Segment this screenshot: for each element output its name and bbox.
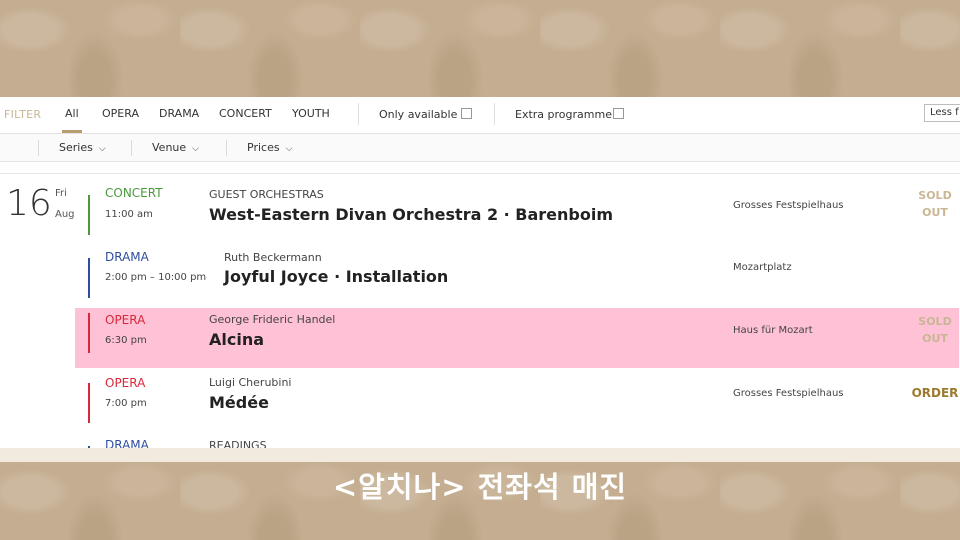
tab-concert[interactable]: CONCERT	[219, 107, 272, 120]
tab-drama[interactable]: DRAMA	[159, 107, 199, 120]
event-venue: Grosses Festspielhaus	[733, 200, 844, 211]
event-venue: Mozartplatz	[733, 262, 792, 273]
only-available-label: Only available	[379, 108, 458, 121]
event-category: DRAMA	[105, 438, 149, 448]
date-weekday: Fri	[55, 188, 67, 199]
panel-edge	[0, 448, 960, 462]
chevron-down-icon: ⌵	[98, 144, 106, 154]
series-dropdown[interactable]: Series ⌵	[59, 141, 106, 154]
list-top-divider	[0, 173, 960, 174]
event-organizer: GUEST ORCHESTRAS	[209, 188, 324, 201]
chevron-down-icon: ⌵	[192, 144, 199, 154]
event-time: 2:00 pm – 10:00 pm	[105, 272, 207, 283]
category-bar	[88, 313, 90, 353]
event-category: CONCERT	[105, 186, 163, 200]
venue-label: Venue	[152, 141, 187, 154]
event-time: 6:30 pm	[105, 335, 147, 346]
category-bar	[88, 195, 90, 235]
event-category: OPERA	[105, 313, 146, 327]
chevron-down-icon: ⌵	[285, 144, 293, 154]
event-category: OPERA	[105, 376, 146, 390]
extra-programme-label: Extra programme	[515, 108, 612, 121]
tab-all[interactable]: All	[62, 107, 82, 133]
status-line: SOLD	[918, 189, 952, 202]
event-row[interactable]: CONCERT 11:00 am GUEST ORCHESTRAS West-E…	[76, 183, 960, 243]
event-organizer: George Frideric Handel	[209, 313, 336, 326]
event-title[interactable]: Médée	[209, 393, 269, 412]
event-venue: Grosses Festspielhaus	[733, 388, 844, 399]
event-title[interactable]: West-Eastern Divan Orchestra 2 · Barenbo…	[209, 205, 613, 224]
order-label: ORDER	[911, 386, 959, 400]
event-time: 7:00 pm	[105, 398, 147, 409]
caption-subtitle: <알치나> 전좌석 매진	[332, 470, 628, 504]
divider	[226, 140, 227, 156]
select-bar: Series ⌵ Venue ⌵ Prices ⌵	[0, 134, 960, 162]
filter-label: FILTER	[4, 108, 42, 121]
order-button[interactable]: ORDER	[910, 385, 960, 402]
divider	[38, 140, 39, 156]
date-month: Aug	[55, 209, 75, 220]
event-title[interactable]: Alcina	[209, 330, 264, 349]
event-row[interactable]: OPERA 7:00 pm Luigi Cherubini Médée Gros…	[76, 371, 960, 431]
divider	[494, 103, 495, 125]
event-row[interactable]: DRAMA 2:00 pm – 10:00 pm Ruth Beckermann…	[76, 246, 960, 306]
event-category: DRAMA	[105, 250, 149, 264]
divider	[131, 140, 132, 156]
series-label: Series	[59, 141, 93, 154]
prices-label: Prices	[247, 141, 280, 154]
category-bar	[88, 258, 90, 298]
event-row[interactable]: DRAMA READINGS	[76, 434, 960, 448]
less-filters-button[interactable]: Less f	[924, 104, 960, 122]
event-row-highlighted[interactable]: OPERA 6:30 pm George Frideric Handel Alc…	[75, 308, 959, 368]
extra-programme-checkbox[interactable]	[613, 108, 624, 119]
filter-bar: FILTER All OPERA DRAMA CONCERT YOUTH Onl…	[0, 97, 960, 134]
event-venue: Haus für Mozart	[733, 325, 813, 336]
venue-dropdown[interactable]: Venue ⌵	[152, 141, 199, 154]
sold-out-status: SOLD OUT	[910, 187, 960, 221]
tab-youth[interactable]: YOUTH	[292, 107, 330, 120]
events-panel: FILTER All OPERA DRAMA CONCERT YOUTH Onl…	[0, 97, 960, 448]
category-bar	[88, 383, 90, 423]
event-title[interactable]: Joyful Joyce · Installation	[224, 267, 448, 286]
status-line: OUT	[922, 332, 948, 345]
event-organizer: Ruth Beckermann	[224, 251, 322, 264]
event-organizer: Luigi Cherubini	[209, 376, 292, 389]
status-line: OUT	[922, 206, 948, 219]
tab-opera[interactable]: OPERA	[102, 107, 139, 120]
event-organizer: READINGS	[209, 439, 267, 448]
divider	[358, 103, 359, 125]
date-day-number: 16	[6, 183, 52, 224]
prices-dropdown[interactable]: Prices ⌵	[247, 141, 292, 154]
status-line: SOLD	[918, 315, 952, 328]
only-available-checkbox[interactable]	[461, 108, 472, 119]
sold-out-status: SOLD OUT	[910, 313, 960, 347]
event-time: 11:00 am	[105, 209, 153, 220]
